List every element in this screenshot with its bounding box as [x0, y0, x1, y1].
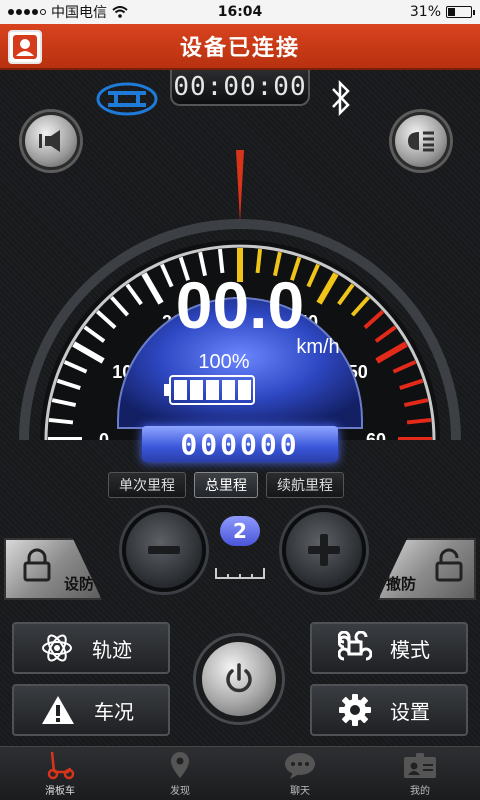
- settings-label: 设置: [390, 699, 430, 724]
- atom-icon: [42, 634, 72, 662]
- scooter-icon: [47, 751, 75, 780]
- nav-chat-label: 聊天: [290, 786, 310, 797]
- power-icon: [226, 663, 252, 693]
- carrier-label: 中国电信: [51, 5, 107, 21]
- gear-scale: [215, 568, 265, 579]
- tab-range[interactable]: 续航里程: [266, 472, 344, 498]
- user-icon: [13, 35, 37, 59]
- vehicle-status-label: 车况: [94, 699, 134, 724]
- nav-chat[interactable]: 聊天: [240, 747, 360, 800]
- location-pin-icon: [171, 752, 189, 778]
- nav-profile-label: 我的: [410, 786, 430, 797]
- gauge-tick: [48, 417, 74, 425]
- gear-up-button[interactable]: [282, 508, 366, 592]
- clock: 16:04: [217, 4, 263, 20]
- disarm-label: 撤防: [386, 575, 417, 593]
- battery-cell: [222, 380, 235, 400]
- lock-open-icon: [435, 548, 463, 582]
- battery-icon: [446, 6, 475, 18]
- page-title: 设备已连接: [179, 36, 300, 61]
- plus-icon: [308, 534, 340, 566]
- command-key-icon: [338, 631, 372, 661]
- vehicle-battery-icon: [164, 375, 255, 405]
- tab-total-mileage[interactable]: 总里程: [194, 472, 258, 498]
- nav-profile[interactable]: 我的: [360, 747, 480, 800]
- status-bar: 中国电信 16:04 31%: [0, 0, 480, 24]
- speed-needle: [236, 150, 244, 222]
- mode-label: 模式: [390, 637, 430, 662]
- battery-cell: [238, 380, 251, 400]
- profile-card-icon: [404, 753, 436, 778]
- mode-button[interactable]: 模式: [310, 622, 468, 674]
- arm-label: 设防: [64, 575, 95, 593]
- arm-button[interactable]: 设防: [4, 538, 102, 600]
- disarm-button[interactable]: 撤防: [378, 538, 476, 600]
- vehicle-status-button[interactable]: 车况: [12, 684, 170, 736]
- bottom-nav: 滑板车 发现 聊天 我的: [0, 746, 480, 800]
- nav-discover-label: 发现: [170, 786, 190, 797]
- nav-scooter[interactable]: 滑板车: [0, 747, 120, 800]
- gauge-tick-label: 60: [366, 430, 386, 440]
- chat-icon: [285, 753, 315, 779]
- gauge-tick: [406, 417, 432, 425]
- speedometer: 0102030405060 00.0 km/h 100%: [19, 150, 461, 440]
- nav-discover[interactable]: 发现: [120, 747, 240, 800]
- settings-button[interactable]: 设置: [310, 684, 468, 736]
- signal-icon: [8, 9, 46, 15]
- battery-cell: [206, 380, 219, 400]
- speed-unit: km/h: [296, 336, 339, 358]
- gear-icon: [339, 694, 371, 726]
- battery-percent-label: 100%: [198, 351, 249, 373]
- minus-icon: [148, 546, 180, 554]
- ride-timer: 00:00:00: [170, 70, 310, 106]
- track-label: 轨迹: [92, 637, 132, 662]
- nav-scooter-label: 滑板车: [45, 786, 75, 797]
- wifi-icon: [112, 6, 128, 18]
- gauge-tick-label: 0: [99, 430, 109, 440]
- mileage-tabs: 单次里程 总里程 续航里程: [108, 472, 344, 498]
- title-bar: 设备已连接: [0, 24, 480, 70]
- warning-icon: [42, 696, 74, 724]
- gear-level-badge: 2: [220, 516, 260, 546]
- battery-cell: [174, 380, 187, 400]
- power-button[interactable]: [196, 636, 282, 722]
- track-button[interactable]: 轨迹: [12, 622, 170, 674]
- lock-closed-icon: [23, 548, 51, 582]
- gear-down-button[interactable]: [122, 508, 206, 592]
- odometer-display: 000000: [142, 426, 338, 462]
- tab-single-trip[interactable]: 单次里程: [108, 472, 186, 498]
- user-avatar-button[interactable]: [8, 30, 42, 64]
- battery-cell: [190, 380, 203, 400]
- speed-value: 00.0: [176, 268, 304, 342]
- dashboard: 00:00:00 0 10 50 60 00.0 km/h 100% 00000…: [0, 70, 480, 746]
- battery-percent: 31%: [409, 4, 441, 20]
